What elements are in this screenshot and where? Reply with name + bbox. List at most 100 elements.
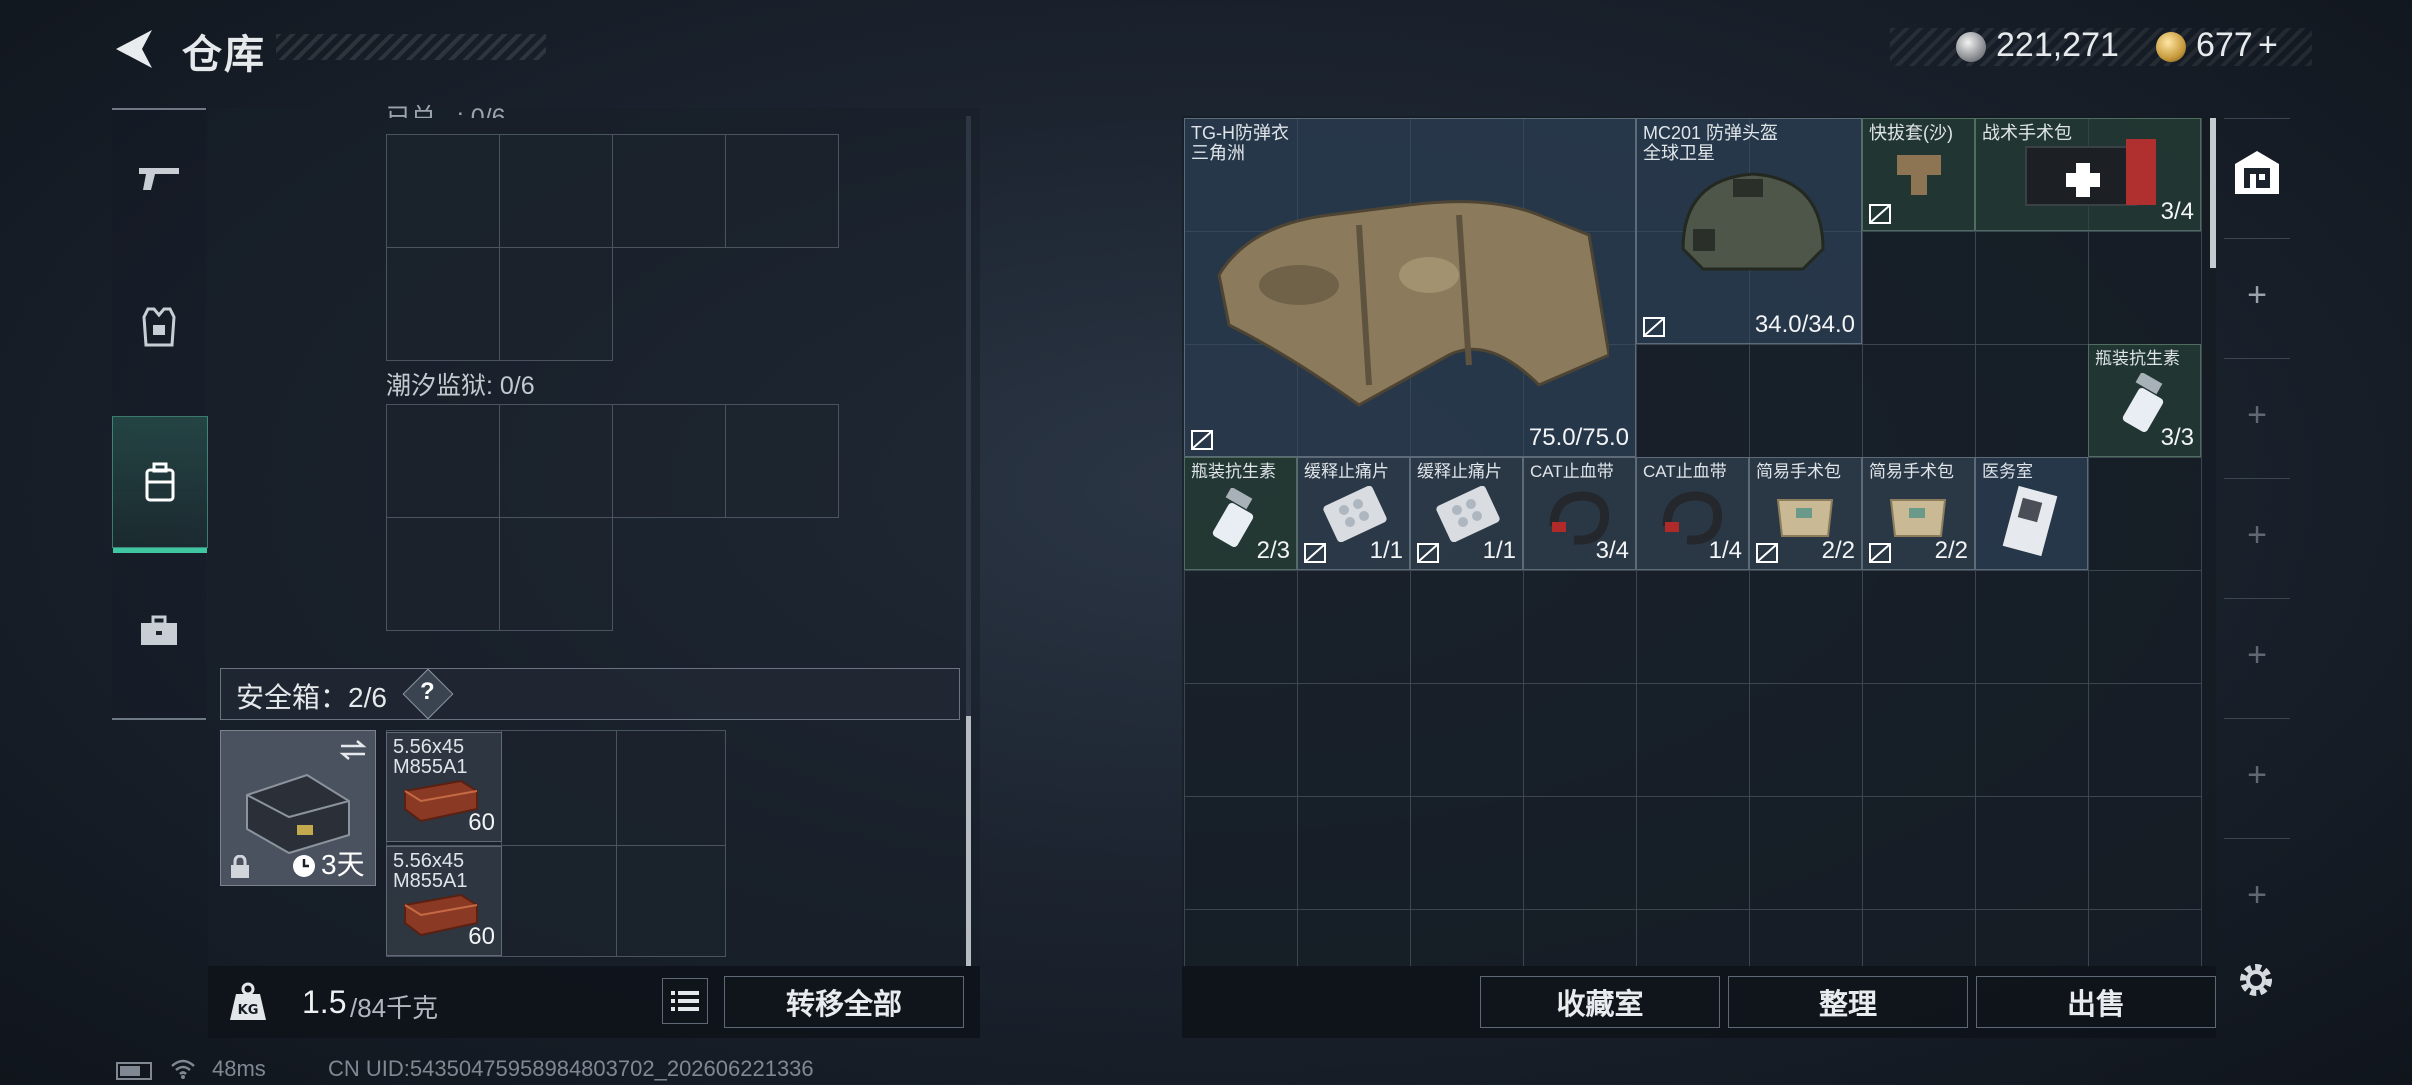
settings-button[interactable] [2234,958,2278,1002]
grid-slot[interactable] [616,845,726,957]
rail-divider [2224,598,2290,599]
body-armor-icon [1217,200,1609,407]
item-simple-surgery-kit[interactable]: 简易手术包 2/2 [1749,457,1862,570]
item-count: 1/1 [1369,537,1403,564]
grid-slot[interactable] [386,404,500,518]
grid-slot[interactable] [501,845,617,957]
grid-slot[interactable] [616,730,726,846]
grid-slot[interactable] [499,404,613,518]
blister-pack-icon [1436,486,1500,542]
item-helmet[interactable]: MC201 防弹头盔 全球卫星 34.0/34.0 [1636,118,1862,344]
item-infirmary[interactable]: 医务室 [1975,457,2088,570]
item-name: CAT止血带 [1643,462,1727,481]
armor-icon [142,307,176,347]
grid-slot[interactable] [612,404,726,518]
ammo-item[interactable]: 5.56x45 M855A1 60 [386,846,502,956]
rail-divider [2224,478,2290,479]
item-name: 缓释止痛片 [1304,462,1389,481]
add-slot-button[interactable]: + [2218,276,2296,315]
help-icon: ? [420,678,435,705]
pouch-icon [1889,499,1947,537]
item-tourniquet[interactable]: CAT止血带 3/4 [1523,457,1636,570]
title-decoration [276,34,546,60]
item-body-armor[interactable]: TG-H防弹衣 三角洲 75.0/75.0 [1184,118,1636,457]
no-drop-icon [1417,543,1439,563]
item-durability: 34.0/34.0 [1754,311,1855,338]
grid-slot[interactable] [725,134,839,248]
list-icon [671,991,699,1011]
pistol-icon [139,168,179,190]
section-label-cut: 已兑...: 0/6 [386,104,506,118]
holster-icon [1897,155,1941,195]
item-count: 3/3 [2160,424,2194,451]
item-name: MC201 防弹头盔 全球卫星 [1643,123,1779,163]
item-count: 2/3 [1256,537,1290,564]
wifi-icon [170,1058,196,1080]
grid-slot[interactable] [499,134,613,248]
add-gold-button[interactable]: + [2258,26,2278,65]
item-count: 3/4 [2160,198,2194,225]
base-button[interactable] [2232,148,2282,198]
grid-slot[interactable] [612,134,726,248]
grid-slot[interactable] [499,247,613,361]
lock-icon [231,855,249,878]
uid-text: CN UID:5435047595898480370​2_20260622133… [328,1056,814,1081]
list-view-button[interactable] [662,978,708,1024]
battery-icon [116,1062,152,1080]
add-slot-button[interactable]: + [2218,756,2296,795]
add-slot-button[interactable]: + [2218,876,2296,915]
ammo-count: 60 [468,923,495,950]
item-count: 2/2 [1821,537,1855,564]
tab-armor[interactable] [112,262,206,392]
item-count: 1/1 [1482,537,1516,564]
tab-backpack[interactable] [112,416,208,553]
no-drop-icon [1869,543,1891,563]
toolbox-icon [141,615,177,645]
safe-box-duration: 3天 [321,849,365,880]
item-name: 简易手术包 [1869,462,1954,481]
helmet-icon [1681,172,1825,271]
add-slot-button[interactable]: + [2218,516,2296,555]
infirmary-card-icon [2002,485,2058,557]
item-simple-surgery-kit[interactable]: 简易手术包 2/2 [1862,457,1975,570]
sort-button[interactable]: 整理 [1728,976,1968,1028]
silver-amount: 221,271 [1996,26,2119,64]
item-tourniquet[interactable]: CAT止血带 1/4 [1636,457,1749,570]
back-button[interactable] [112,26,158,72]
swap-icon[interactable] [339,739,367,761]
add-slot-button[interactable]: + [2218,396,2296,435]
item-name: CAT止血带 [1530,462,1614,481]
item-surgical-kit[interactable]: 战术手术包 3/4 [1975,118,2201,231]
item-antibiotics[interactable]: 瓶装抗生素 2/3 [1184,457,1297,570]
grid-slot[interactable] [386,134,500,248]
weight-max: /84千克 [350,993,439,1023]
rail-divider [2224,118,2290,119]
sell-button[interactable]: 出售 [1976,976,2216,1028]
case-icon [246,773,350,855]
item-painkillers[interactable]: 缓释止痛片 1/1 [1297,457,1410,570]
no-drop-icon [1304,543,1326,563]
grid-slot[interactable] [499,517,613,631]
item-count: 3/4 [1595,537,1629,564]
item-name: TG-H防弹衣 三角洲 [1191,123,1289,163]
safe-box-item[interactable]: 3天 [220,730,376,886]
tab-toolbox[interactable] [112,566,206,696]
item-holster[interactable]: 快拔套(沙) [1862,118,1975,231]
collection-room-button[interactable]: 收藏室 [1480,976,1720,1028]
tab-weapons[interactable] [112,112,206,242]
grid-slot[interactable] [501,730,617,846]
item-painkillers[interactable]: 缓释止痛片 1/1 [1410,457,1523,570]
item-name: 瓶装抗生素 [1191,462,1276,481]
loadout-scrollbar[interactable] [2210,118,2216,268]
transfer-all-button[interactable]: 转移全部 [724,976,964,1028]
add-slot-button[interactable]: + [2218,636,2296,675]
ammo-name: 5.56x45 M855A1 [393,850,468,892]
grid-slot[interactable] [386,247,500,361]
grid-slot[interactable] [725,404,839,518]
no-drop-icon [1643,317,1665,337]
ammo-item[interactable]: 5.56x45 M855A1 60 [386,732,502,842]
stash-scrollbar[interactable] [966,716,971,966]
item-antibiotics[interactable]: 瓶装抗生素 3/3 [2088,344,2201,457]
grid-slot[interactable] [386,517,500,631]
ammo-name: 5.56x45 M855A1 [393,736,468,778]
